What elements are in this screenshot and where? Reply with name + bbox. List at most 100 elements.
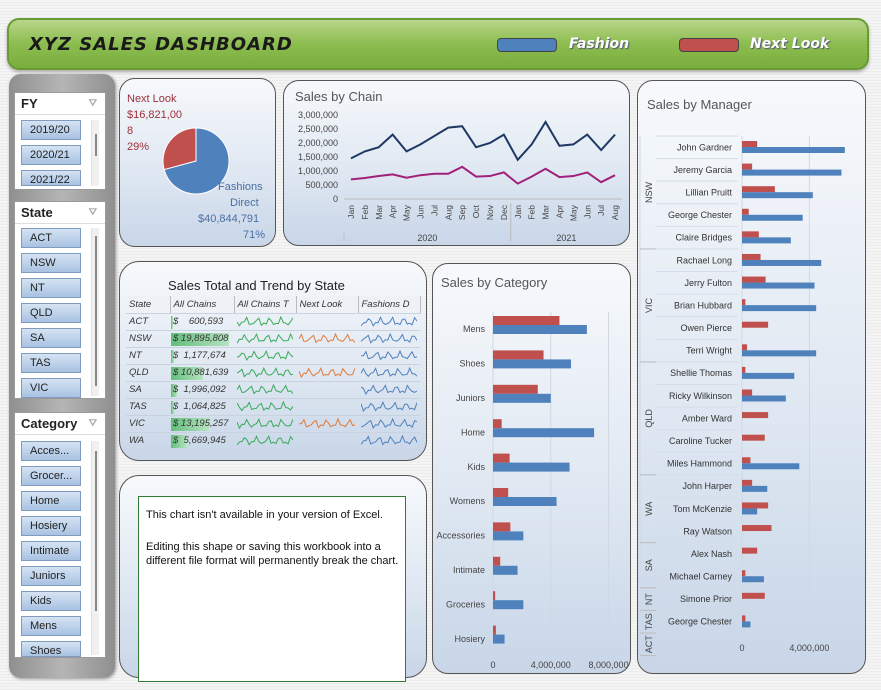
manager-label: Ricky Wilkinson: [669, 391, 732, 401]
pie-next-pct: 29%: [127, 141, 150, 153]
cell-state: VIC: [126, 415, 170, 433]
manager-bar: [742, 147, 845, 153]
manager-label: Simone Prior: [680, 594, 732, 604]
manager-bar: [742, 169, 842, 176]
manager-group-sa: SA: [644, 559, 654, 571]
clear-filter-icon[interactable]: ⛛: [89, 418, 97, 429]
col-all-chains[interactable]: All Chains: [170, 296, 235, 314]
chain-xtick: Aug: [610, 205, 620, 220]
category-label-intimate: Intimate: [453, 565, 485, 575]
manager-label: Owen Pierce: [680, 323, 732, 333]
table-row: NT $ 1,177,674: [126, 347, 420, 365]
legend-swatch-next-look: [679, 38, 739, 52]
chain-panel: Sales by Chain 3,000,000 2,500,000 2,000,0…: [283, 80, 630, 246]
manager-bar: [742, 463, 800, 470]
slicer-item-category-kids[interactable]: Kids: [21, 591, 81, 611]
table-row: TAS $ 1,064,825: [126, 398, 420, 416]
pie-next-label: Next Look: [127, 93, 177, 105]
manager-group-wa: WA: [644, 502, 654, 516]
cell-all-chains-trend: [234, 432, 296, 450]
category-bar-next-look-mens: [493, 316, 560, 325]
chain-year-label: 2021: [556, 233, 576, 243]
manager-label: Ray Watson: [683, 526, 732, 536]
table-row: QLD $ 10,881,639: [126, 364, 420, 382]
col-state[interactable]: State: [126, 296, 171, 314]
category-bar-next-look-shoes: [493, 350, 544, 360]
clear-filter-icon[interactable]: ⛛: [89, 207, 97, 218]
slicer-item-category-mens[interactable]: Mens: [21, 616, 81, 636]
slicer-item-state-qld[interactable]: QLD: [21, 303, 81, 323]
chain-series-next-look: [350, 165, 616, 185]
manager-bar: [742, 366, 746, 373]
manager-bar: [742, 395, 786, 402]
pie-panel: Next Look $16,821,00 8 29% Fashions Dire…: [119, 78, 276, 247]
col-all-chains-trend[interactable]: All Chains T: [234, 296, 297, 314]
cell-next-look-trend: [296, 415, 358, 433]
manager-group-tas: TAS: [644, 613, 654, 630]
slicer-state-scrollbar[interactable]: [91, 228, 99, 396]
legend-swatch-fashion: [497, 38, 557, 52]
manager-bar: [742, 163, 753, 170]
cell-next-look-trend: [296, 364, 358, 382]
col-next-look[interactable]: Next Look: [296, 296, 359, 314]
category-label-juniors: Juniors: [456, 393, 486, 403]
unavailable-chart-placeholder[interactable]: This chart isn't available in your versi…: [138, 496, 406, 682]
col-fashions-direct[interactable]: Fashions D: [358, 296, 421, 314]
cell-next-look-trend: [296, 381, 358, 399]
unavailable-warning: Editing this shape or saving this workbo…: [146, 541, 399, 568]
slicer-item-category-intimate[interactable]: Intimate: [21, 541, 81, 561]
chain-ytick: 2,500,000: [298, 124, 338, 134]
chain-ytick: 500,000: [305, 180, 338, 190]
slicer-item-fy-2021-22[interactable]: 2021/22: [21, 170, 81, 186]
cell-all-chains: $ 10,881,639: [170, 364, 234, 382]
category-label-womens: Womens: [450, 496, 486, 506]
slicer-item-category-shoes[interactable]: Shoes: [21, 641, 81, 657]
manager-xtick: 4,000,000: [789, 643, 829, 653]
slicer-item-state-sa[interactable]: SA: [21, 328, 81, 348]
slicer-item-state-vic[interactable]: VIC: [21, 378, 81, 398]
state-table-panel: Sales Total and Trend by State State All…: [119, 261, 427, 461]
cell-state: QLD: [126, 364, 170, 382]
pie-fd-label1: Fashions: [218, 181, 263, 193]
category-bar-next-look-womens: [493, 488, 509, 497]
cell-all-chains-trend: [234, 330, 296, 348]
chain-ytick: 1,000,000: [298, 166, 338, 176]
cell-next-look-trend: [296, 432, 358, 450]
category-label-hosiery: Hosiery: [454, 634, 485, 644]
chain-xtick: Jul: [429, 205, 439, 216]
manager-bar: [742, 231, 759, 238]
slicer-item-category-accessories[interactable]: Acces...: [21, 441, 81, 461]
chain-ytick: 1,500,000: [298, 152, 338, 162]
manager-label: Shellie Thomas: [670, 368, 732, 378]
slicer-item-category-groceries[interactable]: Grocer...: [21, 466, 81, 486]
slicer-category-scrollbar[interactable]: [91, 441, 99, 655]
chain-xtick: Apr: [554, 205, 564, 218]
manager-group-nsw: NSW: [644, 181, 654, 203]
slicer-item-category-juniors[interactable]: Juniors: [21, 566, 81, 586]
chain-ytick: 2,000,000: [298, 138, 338, 148]
slicer-item-category-home[interactable]: Home: [21, 491, 81, 511]
chain-xtick: May: [568, 204, 578, 221]
slicer-sidebar: FY ⛛ 2019/20 2020/21 2021/22 State ⛛ ACT N…: [9, 74, 115, 678]
cell-all-chains-trend: [234, 364, 296, 382]
manager-panel: Sales by Manager 0 4,000,000 John Gardner J…: [637, 80, 866, 674]
cell-state: SA: [126, 381, 170, 399]
slicer-item-state-nt[interactable]: NT: [21, 278, 81, 298]
slicer-category-title: Category: [21, 416, 78, 431]
slicer-fy-scrollbar[interactable]: [91, 120, 99, 186]
cell-all-chains: $ 1,996,092: [170, 381, 234, 399]
slicer-item-state-act[interactable]: ACT: [21, 228, 81, 248]
chain-xtick: Jan: [513, 205, 523, 219]
slicer-item-state-nsw[interactable]: NSW: [21, 253, 81, 273]
cell-fashions-direct-trend: [358, 330, 420, 348]
manager-bar: [742, 479, 753, 486]
category-label-shoes: Shoes: [459, 359, 485, 369]
slicer-item-category-hosiery[interactable]: Hosiery: [21, 516, 81, 536]
slicer-item-fy-2020-21[interactable]: 2020/21: [21, 145, 81, 165]
slicer-item-fy-2019-20[interactable]: 2019/20: [21, 120, 81, 140]
table-row: ACT $ 600,593: [126, 313, 420, 331]
slicer-item-state-tas[interactable]: TAS: [21, 353, 81, 373]
cell-all-chains-trend: [234, 415, 296, 433]
chain-xtick: Mar: [541, 205, 551, 220]
clear-filter-icon[interactable]: ⛛: [89, 98, 97, 109]
